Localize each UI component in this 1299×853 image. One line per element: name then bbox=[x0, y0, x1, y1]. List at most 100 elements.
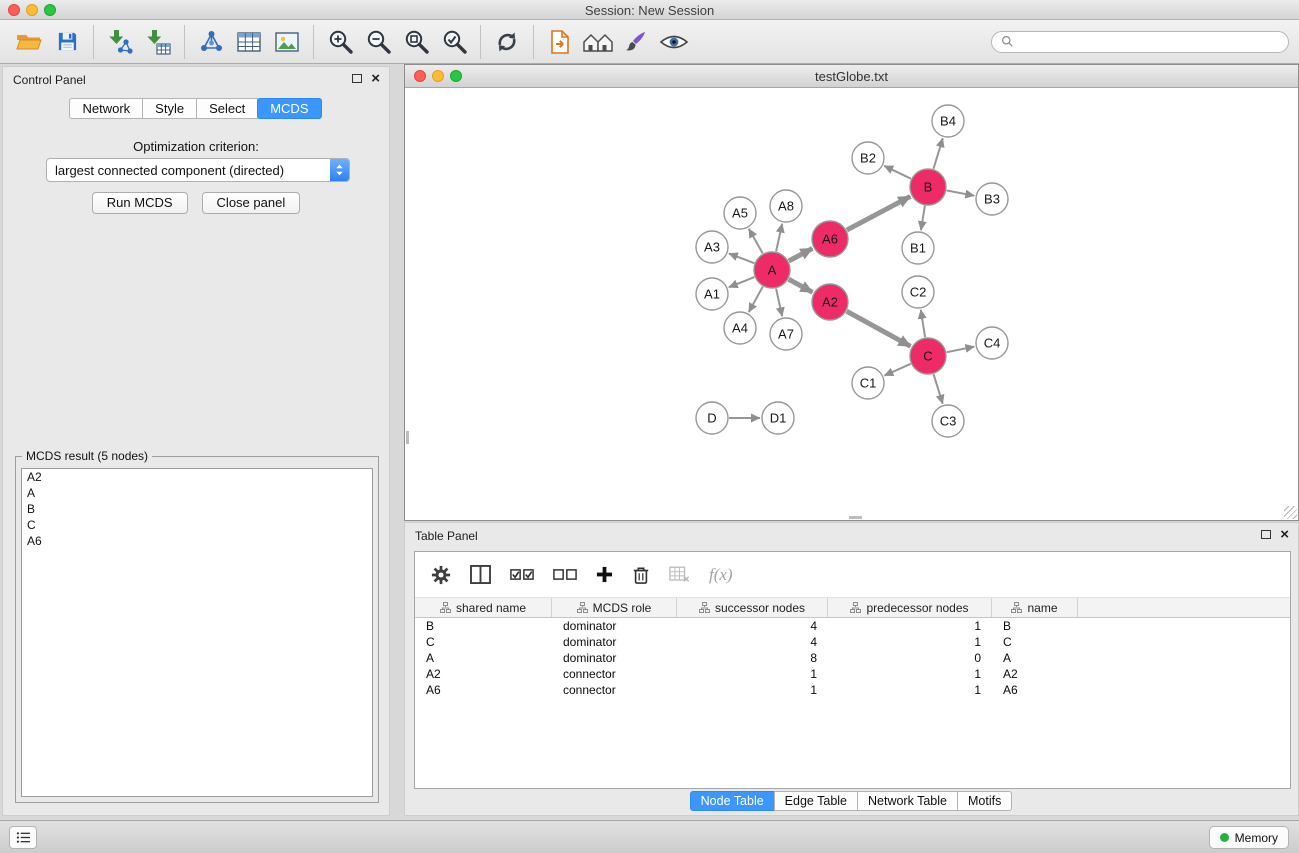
node-A7[interactable]: A7 bbox=[770, 318, 802, 350]
node-C3[interactable]: C3 bbox=[932, 405, 964, 437]
memory-button[interactable]: Memory bbox=[1209, 826, 1289, 849]
import-table-file-button[interactable] bbox=[139, 24, 177, 60]
show-columns-button[interactable] bbox=[470, 565, 491, 584]
node-B4[interactable]: B4 bbox=[932, 105, 964, 137]
tab-network-table[interactable]: Network Table bbox=[857, 791, 958, 811]
edge-A-A1[interactable] bbox=[729, 277, 755, 287]
edge-B-B3[interactable] bbox=[947, 191, 975, 196]
close-panel-icon[interactable]: × bbox=[1280, 529, 1289, 540]
node-B2[interactable]: B2 bbox=[852, 142, 884, 174]
save-session-button[interactable] bbox=[48, 24, 86, 60]
mcds-result-item[interactable]: B bbox=[22, 501, 372, 517]
edge-B-B2[interactable] bbox=[884, 166, 911, 179]
column-header-shared-name[interactable]: shared name bbox=[415, 598, 552, 617]
export-image-button[interactable] bbox=[268, 24, 306, 60]
mcds-result-item[interactable]: A bbox=[22, 485, 372, 501]
first-neighbors-button[interactable] bbox=[579, 24, 617, 60]
select-all-button[interactable] bbox=[510, 568, 534, 581]
tab-style[interactable]: Style bbox=[142, 98, 197, 119]
table-row[interactable]: Bdominator41B bbox=[415, 618, 1290, 634]
float-panel-icon[interactable] bbox=[1261, 530, 1271, 539]
window-resize-grip[interactable] bbox=[1284, 506, 1297, 519]
node-A3[interactable]: A3 bbox=[696, 231, 728, 263]
node-D[interactable]: D bbox=[696, 402, 728, 434]
edge-C-C2[interactable] bbox=[921, 310, 925, 337]
node-A[interactable]: A bbox=[754, 252, 790, 288]
edge-C-C1[interactable] bbox=[884, 364, 910, 376]
new-table-button[interactable] bbox=[230, 24, 268, 60]
edge-C-C4[interactable] bbox=[947, 347, 975, 353]
tab-select[interactable]: Select bbox=[196, 98, 258, 119]
run-mcds-button[interactable]: Run MCDS bbox=[92, 192, 188, 214]
table-row[interactable]: Cdominator41C bbox=[415, 634, 1290, 650]
node-A4[interactable]: A4 bbox=[724, 312, 756, 344]
node-C1[interactable]: C1 bbox=[852, 367, 884, 399]
node-B[interactable]: B bbox=[910, 169, 946, 205]
network-canvas[interactable]: B4 B2 B B3 A5 A8 A6 B1 A3 A C2 A1 A2 A4 A7 C4 C C1 C3 D D1 bbox=[406, 88, 1297, 519]
edge-A-A3[interactable] bbox=[729, 253, 755, 263]
mcds-result-item[interactable]: A6 bbox=[22, 533, 372, 549]
mcds-result-item[interactable]: C bbox=[22, 517, 372, 533]
delete-table-button[interactable] bbox=[669, 566, 690, 583]
delete-row-button[interactable] bbox=[632, 565, 650, 585]
node-A2[interactable]: A2 bbox=[812, 284, 848, 320]
zoom-out-button[interactable] bbox=[359, 24, 397, 60]
node-A5[interactable]: A5 bbox=[724, 197, 756, 229]
edge-B-B4[interactable] bbox=[934, 138, 943, 169]
edge-B-B1[interactable] bbox=[921, 206, 925, 231]
mcds-result-item[interactable]: A2 bbox=[22, 469, 372, 485]
node-B3[interactable]: B3 bbox=[976, 183, 1008, 215]
edge-A2-C[interactable] bbox=[847, 311, 911, 346]
close-panel-button[interactable]: Close panel bbox=[202, 192, 301, 214]
toggle-views-button[interactable] bbox=[655, 24, 693, 60]
import-network-file-button[interactable] bbox=[101, 24, 139, 60]
table-settings-button[interactable] bbox=[431, 565, 451, 585]
zoom-selected-button[interactable] bbox=[435, 24, 473, 60]
edge-A-A6[interactable] bbox=[789, 248, 813, 261]
table-row[interactable]: A6connector11A6 bbox=[415, 682, 1290, 698]
search-box[interactable] bbox=[991, 31, 1289, 53]
style-paint-button[interactable] bbox=[617, 24, 655, 60]
add-row-button[interactable] bbox=[596, 566, 613, 583]
open-session-button[interactable] bbox=[10, 24, 48, 60]
float-panel-icon[interactable] bbox=[352, 74, 362, 83]
table-row[interactable]: Adominator80A bbox=[415, 650, 1290, 666]
tab-motifs[interactable]: Motifs bbox=[957, 791, 1012, 811]
tab-network[interactable]: Network bbox=[69, 98, 143, 119]
zoom-in-button[interactable] bbox=[321, 24, 359, 60]
node-A1[interactable]: A1 bbox=[696, 278, 728, 310]
optimization-dropdown[interactable]: largest connected component (directed) bbox=[46, 158, 350, 182]
node-B1[interactable]: B1 bbox=[902, 232, 934, 264]
tab-node-table[interactable]: Node Table bbox=[690, 791, 775, 811]
edge-A-A8[interactable] bbox=[776, 224, 782, 252]
node-A6[interactable]: A6 bbox=[812, 221, 848, 257]
edge-C-C3[interactable] bbox=[934, 374, 943, 404]
column-header-name[interactable]: name bbox=[992, 598, 1078, 617]
search-input[interactable] bbox=[1019, 35, 1279, 49]
column-header-predecessor-nodes[interactable]: predecessor nodes bbox=[828, 598, 992, 617]
column-header-mcds-role[interactable]: MCDS role bbox=[552, 598, 677, 617]
column-header-successor-nodes[interactable]: successor nodes bbox=[677, 598, 828, 617]
close-panel-icon[interactable]: × bbox=[371, 73, 380, 84]
node-C2[interactable]: C2 bbox=[902, 276, 934, 308]
edge-A-A5[interactable] bbox=[749, 229, 763, 254]
edge-A6-B[interactable] bbox=[847, 196, 911, 230]
network-graph[interactable]: B4 B2 B B3 A5 A8 A6 B1 A3 A C2 A1 A2 A4 A7 C4 C C1 C3 D D1 bbox=[406, 88, 1297, 519]
export-document-button[interactable] bbox=[541, 24, 579, 60]
node-C4[interactable]: C4 bbox=[976, 327, 1008, 359]
node-A8[interactable]: A8 bbox=[770, 190, 802, 222]
edge-A-A4[interactable] bbox=[749, 287, 763, 313]
edge-A-A2[interactable] bbox=[789, 279, 813, 292]
function-builder-button[interactable]: f(x) bbox=[709, 565, 733, 585]
new-network-button[interactable] bbox=[192, 24, 230, 60]
tab-mcds[interactable]: MCDS bbox=[257, 98, 321, 119]
table-row[interactable]: A2connector11A2 bbox=[415, 666, 1290, 682]
show-panels-button[interactable] bbox=[9, 826, 37, 849]
node-D1[interactable]: D1 bbox=[762, 402, 794, 434]
node-C[interactable]: C bbox=[910, 338, 946, 374]
deselect-all-button[interactable] bbox=[553, 568, 577, 581]
edge-A-A7[interactable] bbox=[776, 289, 782, 317]
refresh-layout-button[interactable] bbox=[488, 24, 526, 60]
mcds-result-list[interactable]: A2ABCA6 bbox=[21, 468, 373, 797]
zoom-fit-button[interactable] bbox=[397, 24, 435, 60]
